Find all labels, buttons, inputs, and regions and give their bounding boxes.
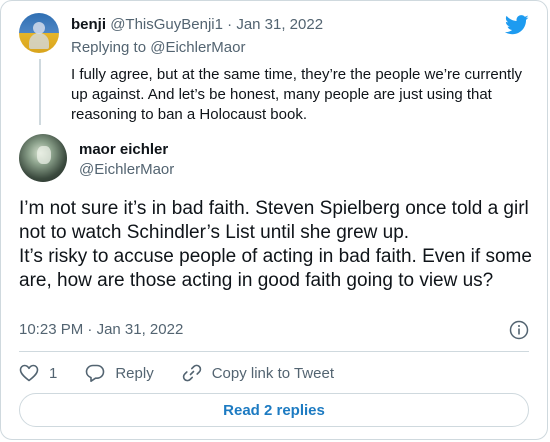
reply-label: Reply — [115, 364, 154, 382]
twitter-bird-icon[interactable] — [505, 15, 529, 35]
link-icon — [182, 364, 201, 382]
parent-tweet-header: benji @ThisGuyBenji1 · Jan 31, 2022 — [71, 16, 323, 34]
embedded-tweet-card: benji @ThisGuyBenji1 · Jan 31, 2022 Repl… — [0, 0, 548, 440]
reply-button[interactable]: Reply — [85, 363, 154, 383]
info-icon[interactable] — [509, 320, 529, 340]
copy-link-label: Copy link to Tweet — [211, 364, 334, 382]
avatar[interactable] — [19, 13, 59, 53]
tweet-date[interactable]: Jan 31, 2022 — [236, 16, 323, 33]
like-button[interactable]: 1 — [19, 364, 57, 382]
replying-handle[interactable]: @EichlerMaor — [150, 39, 245, 56]
tweet-paragraph: It’s risky to accuse people of acting in… — [19, 246, 532, 291]
tweet-date: Jan 31, 2022 — [96, 321, 184, 338]
avatar[interactable] — [19, 134, 67, 182]
author-handle[interactable]: @ThisGuyBenji1 — [110, 16, 223, 33]
parent-tweet-text: I fully agree, but at the same time, the… — [71, 66, 523, 123]
divider — [19, 351, 529, 352]
tweet-timestamp[interactable]: 10:23 PM · Jan 31, 2022 — [19, 321, 183, 338]
main-tweet-text: I’m not sure it’s in bad faith. Steven S… — [19, 197, 533, 293]
tweet-actions: 1 Reply Copy link to Tweet — [19, 363, 362, 383]
replying-label: Replying to — [71, 39, 147, 56]
reply-bubble-icon — [86, 364, 105, 382]
heart-icon — [19, 364, 39, 382]
author-handle[interactable]: @EichlerMaor — [79, 161, 174, 178]
like-count: 1 — [49, 364, 58, 382]
copy-link-button[interactable]: Copy link to Tweet — [182, 363, 334, 383]
thread-connector-line — [39, 59, 41, 125]
author-name[interactable]: maor eichler — [79, 141, 168, 158]
separator: · — [87, 321, 93, 338]
tweet-paragraph: I’m not sure it’s in bad faith. Steven S… — [19, 198, 529, 243]
author-name[interactable]: benji — [71, 16, 106, 33]
read-replies-button[interactable]: Read 2 replies — [19, 393, 529, 427]
replying-to: Replying to @EichlerMaor — [71, 39, 245, 57]
tweet-time: 10:23 PM — [19, 321, 84, 338]
separator: · — [227, 16, 233, 33]
